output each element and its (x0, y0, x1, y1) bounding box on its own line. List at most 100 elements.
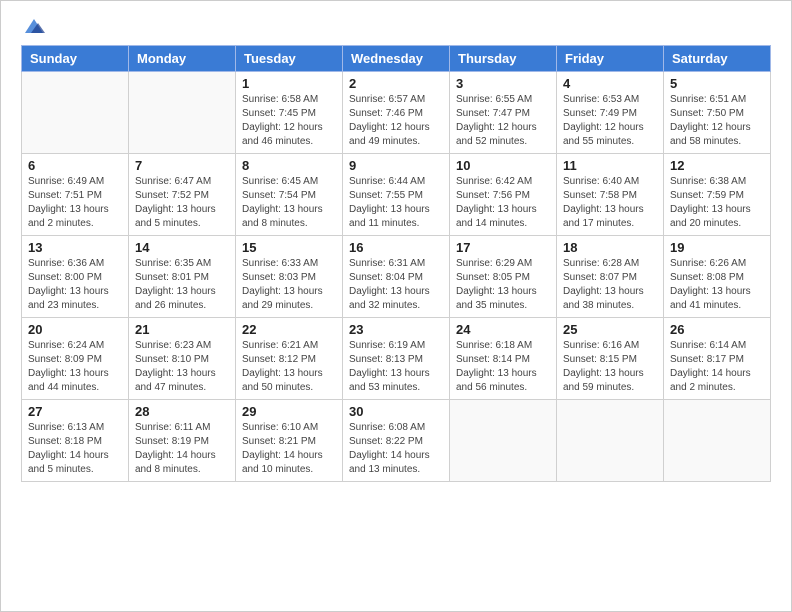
day-cell: 16Sunrise: 6:31 AM Sunset: 8:04 PM Dayli… (343, 236, 450, 318)
day-number: 7 (135, 158, 229, 173)
day-cell (450, 400, 557, 482)
day-info: Sunrise: 6:18 AM Sunset: 8:14 PM Dayligh… (456, 339, 550, 395)
day-cell: 3Sunrise: 6:55 AM Sunset: 7:47 PM Daylig… (450, 72, 557, 154)
day-info: Sunrise: 6:36 AM Sunset: 8:00 PM Dayligh… (28, 257, 122, 313)
calendar-wrap: SundayMondayTuesdayWednesdayThursdayFrid… (1, 45, 791, 492)
day-info: Sunrise: 6:19 AM Sunset: 8:13 PM Dayligh… (349, 339, 443, 395)
day-info: Sunrise: 6:29 AM Sunset: 8:05 PM Dayligh… (456, 257, 550, 313)
day-number: 1 (242, 76, 336, 91)
week-row-1: 6Sunrise: 6:49 AM Sunset: 7:51 PM Daylig… (22, 154, 771, 236)
day-number: 23 (349, 322, 443, 337)
calendar-body: 1 Sunrise: 6:58 AM Sunset: 7:45 PM Daylig… (22, 72, 771, 482)
day-info: Sunrise: 6:53 AM Sunset: 7:49 PM Dayligh… (563, 93, 657, 149)
day-info: Sunrise: 6:33 AM Sunset: 8:03 PM Dayligh… (242, 257, 336, 313)
day-info: Sunrise: 6:23 AM Sunset: 8:10 PM Dayligh… (135, 339, 229, 395)
day-cell: 24 Sunrise: 6:18 AM Sunset: 8:14 PM Dayli… (450, 318, 557, 400)
day-number: 13 (28, 240, 122, 255)
week-row-4: 27Sunrise: 6:13 AM Sunset: 8:18 PM Dayli… (22, 400, 771, 482)
day-header-thursday: Thursday (450, 46, 557, 72)
day-number: 3 (456, 76, 550, 91)
day-number: 28 (135, 404, 229, 419)
day-info: Sunrise: 6:45 AM Sunset: 7:54 PM Dayligh… (242, 175, 336, 231)
day-number: 8 (242, 158, 336, 173)
day-cell: 29 Sunrise: 6:10 AM Sunset: 8:21 PM Dayli… (236, 400, 343, 482)
day-number: 20 (28, 322, 122, 337)
day-number: 16 (349, 240, 443, 255)
day-cell: 19Sunrise: 6:26 AM Sunset: 8:08 PM Dayli… (664, 236, 771, 318)
day-cell: 11 Sunrise: 6:40 AM Sunset: 7:58 PM Dayli… (557, 154, 664, 236)
day-info: Sunrise: 6:13 AM Sunset: 8:18 PM Dayligh… (28, 421, 122, 477)
day-cell: 20 Sunrise: 6:24 AM Sunset: 8:09 PM Dayli… (22, 318, 129, 400)
header (1, 1, 791, 45)
day-number: 2 (349, 76, 443, 91)
day-number: 4 (563, 76, 657, 91)
logo (21, 13, 45, 37)
day-info: Sunrise: 6:14 AM Sunset: 8:17 PM Dayligh… (670, 339, 764, 395)
day-header-tuesday: Tuesday (236, 46, 343, 72)
day-number: 25 (563, 322, 657, 337)
day-cell (22, 72, 129, 154)
day-number: 15 (242, 240, 336, 255)
day-number: 6 (28, 158, 122, 173)
day-header-wednesday: Wednesday (343, 46, 450, 72)
day-number: 18 (563, 240, 657, 255)
day-number: 26 (670, 322, 764, 337)
calendar-table: SundayMondayTuesdayWednesdayThursdayFrid… (21, 45, 771, 482)
day-info: Sunrise: 6:57 AM Sunset: 7:46 PM Dayligh… (349, 93, 443, 149)
day-number: 11 (563, 158, 657, 173)
day-info: Sunrise: 6:51 AM Sunset: 7:50 PM Dayligh… (670, 93, 764, 149)
day-cell: 7 Sunrise: 6:47 AM Sunset: 7:52 PM Daylig… (129, 154, 236, 236)
day-info: Sunrise: 6:16 AM Sunset: 8:15 PM Dayligh… (563, 339, 657, 395)
day-cell: 14 Sunrise: 6:35 AM Sunset: 8:01 PM Dayli… (129, 236, 236, 318)
day-cell: 25 Sunrise: 6:16 AM Sunset: 8:15 PM Dayli… (557, 318, 664, 400)
day-number: 22 (242, 322, 336, 337)
day-info: Sunrise: 6:35 AM Sunset: 8:01 PM Dayligh… (135, 257, 229, 313)
day-info: Sunrise: 6:40 AM Sunset: 7:58 PM Dayligh… (563, 175, 657, 231)
calendar-page: SundayMondayTuesdayWednesdayThursdayFrid… (0, 0, 792, 612)
day-number: 9 (349, 158, 443, 173)
day-cell: 10 Sunrise: 6:42 AM Sunset: 7:56 PM Dayli… (450, 154, 557, 236)
day-cell (557, 400, 664, 482)
day-cell: 4 Sunrise: 6:53 AM Sunset: 7:49 PM Daylig… (557, 72, 664, 154)
day-header-friday: Friday (557, 46, 664, 72)
header-row: SundayMondayTuesdayWednesdayThursdayFrid… (22, 46, 771, 72)
day-number: 30 (349, 404, 443, 419)
day-number: 19 (670, 240, 764, 255)
day-info: Sunrise: 6:38 AM Sunset: 7:59 PM Dayligh… (670, 175, 764, 231)
week-row-3: 20 Sunrise: 6:24 AM Sunset: 8:09 PM Dayli… (22, 318, 771, 400)
week-row-2: 13 Sunrise: 6:36 AM Sunset: 8:00 PM Dayli… (22, 236, 771, 318)
day-cell: 5Sunrise: 6:51 AM Sunset: 7:50 PM Daylig… (664, 72, 771, 154)
day-number: 24 (456, 322, 550, 337)
day-cell: 13 Sunrise: 6:36 AM Sunset: 8:00 PM Dayli… (22, 236, 129, 318)
logo-icon (23, 15, 45, 37)
day-info: Sunrise: 6:28 AM Sunset: 8:07 PM Dayligh… (563, 257, 657, 313)
day-cell: 21 Sunrise: 6:23 AM Sunset: 8:10 PM Dayli… (129, 318, 236, 400)
day-header-saturday: Saturday (664, 46, 771, 72)
day-header-monday: Monday (129, 46, 236, 72)
day-number: 10 (456, 158, 550, 173)
calendar-header: SundayMondayTuesdayWednesdayThursdayFrid… (22, 46, 771, 72)
day-header-sunday: Sunday (22, 46, 129, 72)
day-cell (664, 400, 771, 482)
day-cell: 26 Sunrise: 6:14 AM Sunset: 8:17 PM Dayli… (664, 318, 771, 400)
day-number: 12 (670, 158, 764, 173)
day-info: Sunrise: 6:24 AM Sunset: 8:09 PM Dayligh… (28, 339, 122, 395)
day-cell: 15 Sunrise: 6:33 AM Sunset: 8:03 PM Dayli… (236, 236, 343, 318)
day-number: 17 (456, 240, 550, 255)
day-cell (129, 72, 236, 154)
day-info: Sunrise: 6:42 AM Sunset: 7:56 PM Dayligh… (456, 175, 550, 231)
day-number: 29 (242, 404, 336, 419)
week-row-0: 1 Sunrise: 6:58 AM Sunset: 7:45 PM Daylig… (22, 72, 771, 154)
day-info: Sunrise: 6:44 AM Sunset: 7:55 PM Dayligh… (349, 175, 443, 231)
day-cell: 30Sunrise: 6:08 AM Sunset: 8:22 PM Dayli… (343, 400, 450, 482)
day-cell: 6Sunrise: 6:49 AM Sunset: 7:51 PM Daylig… (22, 154, 129, 236)
day-cell: 1 Sunrise: 6:58 AM Sunset: 7:45 PM Daylig… (236, 72, 343, 154)
day-number: 14 (135, 240, 229, 255)
day-cell: 12 Sunrise: 6:38 AM Sunset: 7:59 PM Dayli… (664, 154, 771, 236)
day-info: Sunrise: 6:58 AM Sunset: 7:45 PM Dayligh… (242, 93, 336, 149)
day-info: Sunrise: 6:47 AM Sunset: 7:52 PM Dayligh… (135, 175, 229, 231)
day-number: 21 (135, 322, 229, 337)
day-info: Sunrise: 6:11 AM Sunset: 8:19 PM Dayligh… (135, 421, 229, 477)
day-cell: 28 Sunrise: 6:11 AM Sunset: 8:19 PM Dayli… (129, 400, 236, 482)
day-info: Sunrise: 6:10 AM Sunset: 8:21 PM Dayligh… (242, 421, 336, 477)
